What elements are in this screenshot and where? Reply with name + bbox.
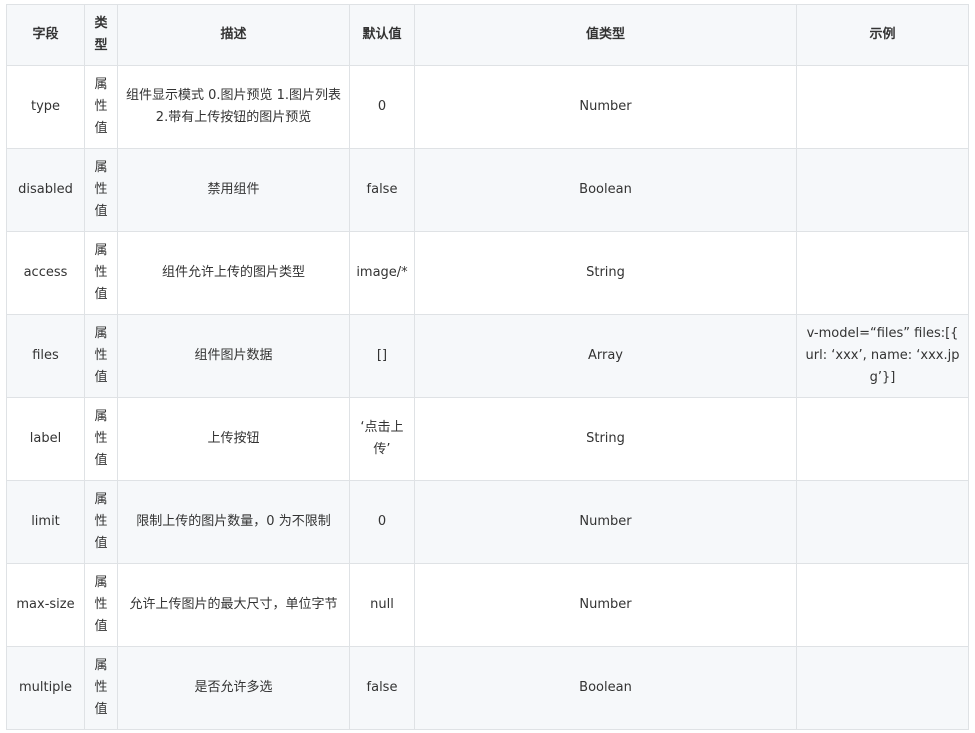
cell-field: max-size (6, 563, 85, 647)
cell-value-type: Number (414, 480, 797, 564)
cell-description: 限制上传的图片数量，0 为不限制 (117, 480, 350, 564)
cell-field: multiple (6, 646, 85, 730)
cell-description: 是否允许多选 (117, 646, 350, 730)
cell-type: 属性值 (84, 65, 118, 149)
cell-default: 0 (349, 480, 415, 564)
header-field: 字段 (6, 4, 85, 66)
cell-description: 组件允许上传的图片类型 (117, 231, 350, 315)
cell-value-type: String (414, 231, 797, 315)
cell-value-type: String (414, 397, 797, 481)
cell-example (796, 563, 969, 647)
cell-default: 0 (349, 65, 415, 149)
cell-value-type: Boolean (414, 148, 797, 232)
cell-description: 组件显示模式 0.图片预览 1.图片列表 2.带有上传按钮的图片预览 (117, 65, 350, 149)
cell-field: label (6, 397, 85, 481)
cell-type: 属性值 (84, 231, 118, 315)
table-row: label 属性值 上传按钮 ‘点击上传’ String (6, 397, 969, 481)
cell-type: 属性值 (84, 646, 118, 730)
cell-example (796, 646, 969, 730)
cell-default: ‘点击上传’ (349, 397, 415, 481)
cell-example (796, 148, 969, 232)
cell-example (796, 65, 969, 149)
cell-type: 属性值 (84, 314, 118, 398)
props-table-container: 字段 类型 描述 默认值 值类型 示例 type 属性值 组件显示模式 0.图片… (6, 4, 969, 730)
cell-type: 属性值 (84, 148, 118, 232)
cell-field: limit (6, 480, 85, 564)
cell-default: null (349, 563, 415, 647)
cell-field: type (6, 65, 85, 149)
cell-field: files (6, 314, 85, 398)
header-value-type: 值类型 (414, 4, 797, 66)
cell-example (796, 231, 969, 315)
header-example: 示例 (796, 4, 969, 66)
cell-value-type: Array (414, 314, 797, 398)
cell-default: false (349, 646, 415, 730)
cell-description: 允许上传图片的最大尺寸，单位字节 (117, 563, 350, 647)
table-row: type 属性值 组件显示模式 0.图片预览 1.图片列表 2.带有上传按钮的图… (6, 65, 969, 149)
cell-field: disabled (6, 148, 85, 232)
cell-field: access (6, 231, 85, 315)
cell-default: false (349, 148, 415, 232)
cell-description: 上传按钮 (117, 397, 350, 481)
cell-value-type: Number (414, 65, 797, 149)
table-row: access 属性值 组件允许上传的图片类型 image/* String (6, 231, 969, 315)
cell-description: 组件图片数据 (117, 314, 350, 398)
table-row: multiple 属性值 是否允许多选 false Boolean (6, 646, 969, 730)
table-row: limit 属性值 限制上传的图片数量，0 为不限制 0 Number (6, 480, 969, 564)
cell-default: [] (349, 314, 415, 398)
props-table: 字段 类型 描述 默认值 值类型 示例 type 属性值 组件显示模式 0.图片… (6, 4, 969, 730)
cell-type: 属性值 (84, 397, 118, 481)
cell-type: 属性值 (84, 480, 118, 564)
header-default: 默认值 (349, 4, 415, 66)
cell-value-type: Boolean (414, 646, 797, 730)
cell-default: image/* (349, 231, 415, 315)
table-header-row: 字段 类型 描述 默认值 值类型 示例 (6, 4, 969, 66)
header-type: 类型 (84, 4, 118, 66)
table-row: max-size 属性值 允许上传图片的最大尺寸，单位字节 null Numbe… (6, 563, 969, 647)
cell-example (796, 397, 969, 481)
cell-example: v-model=“files” files:[{ url: ‘xxx’, nam… (796, 314, 969, 398)
cell-description: 禁用组件 (117, 148, 350, 232)
cell-example (796, 480, 969, 564)
cell-type: 属性值 (84, 563, 118, 647)
cell-value-type: Number (414, 563, 797, 647)
table-row: disabled 属性值 禁用组件 false Boolean (6, 148, 969, 232)
header-description: 描述 (117, 4, 350, 66)
table-row: files 属性值 组件图片数据 [] Array v-model=“files… (6, 314, 969, 398)
